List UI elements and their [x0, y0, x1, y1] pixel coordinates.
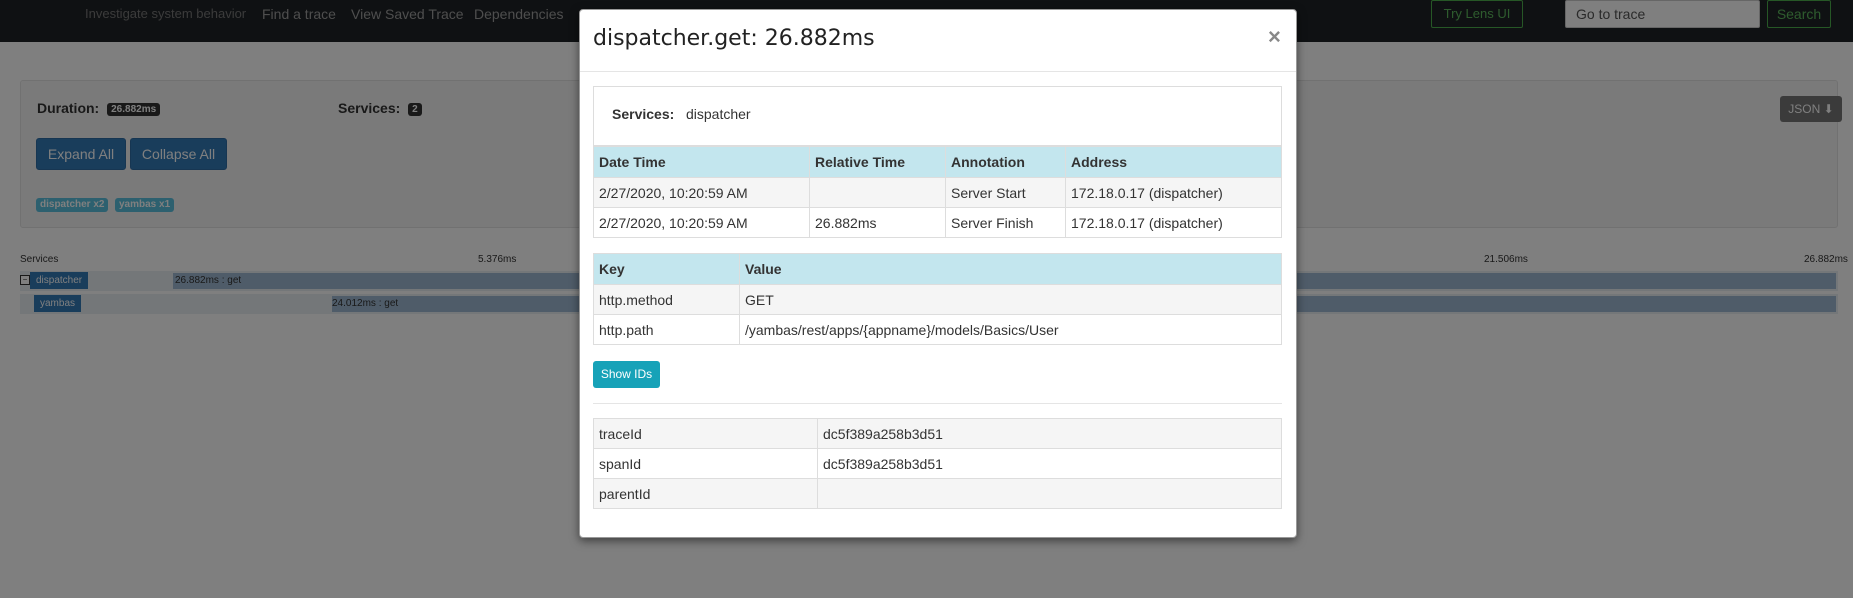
span-services-box: Services: dispatcher [593, 86, 1282, 146]
id-value: dc5f389a258b3d51 [817, 418, 1282, 449]
id-row: parentId [593, 478, 1282, 509]
table-cell: 2/27/2020, 10:20:59 AM [593, 207, 810, 238]
tag-key: http.method [593, 284, 740, 315]
annotation-row: 2/27/2020, 10:20:59 AM 26.882ms Server F… [593, 207, 1282, 238]
table-cell [809, 177, 946, 208]
span-detail-modal: dispatcher.get: 26.882ms × Services: dis… [579, 9, 1297, 538]
tag-row: http.path /yambas/rest/apps/{appname}/mo… [593, 314, 1282, 345]
annotations-table: Date Time Relative Time Annotation Addre… [593, 146, 1282, 238]
table-cell: 26.882ms [809, 207, 946, 238]
tag-value: GET [739, 284, 1282, 315]
id-value [817, 478, 1282, 509]
show-ids-button[interactable]: Show IDs [593, 361, 660, 388]
id-row: traceId dc5f389a258b3d51 [593, 418, 1282, 449]
tag-value: /yambas/rest/apps/{appname}/models/Basic… [739, 314, 1282, 345]
table-cell: 172.18.0.17 (dispatcher) [1065, 177, 1282, 208]
id-key: spanId [593, 448, 818, 479]
id-value: dc5f389a258b3d51 [817, 448, 1282, 479]
annotations-header-row: Date Time Relative Time Annotation Addre… [593, 146, 1282, 178]
span-services-label: Services: [612, 106, 675, 122]
annotation-row: 2/27/2020, 10:20:59 AM Server Start 172.… [593, 177, 1282, 208]
column-header: Address [1065, 146, 1282, 178]
id-row: spanId dc5f389a258b3d51 [593, 448, 1282, 479]
modal-divider [593, 403, 1282, 404]
close-icon[interactable]: × [1268, 24, 1281, 50]
id-key: parentId [593, 478, 818, 509]
table-cell: 2/27/2020, 10:20:59 AM [593, 177, 810, 208]
tags-table: Key Value http.method GET http.path /yam… [593, 253, 1282, 345]
column-header: Date Time [593, 146, 810, 178]
column-header: Annotation [945, 146, 1066, 178]
table-cell: Server Finish [945, 207, 1066, 238]
column-header: Relative Time [809, 146, 946, 178]
column-header: Value [739, 253, 1282, 285]
span-services-value: dispatcher [686, 106, 751, 122]
tags-header-row: Key Value [593, 253, 1282, 285]
modal-title: dispatcher.get: 26.882ms [593, 26, 875, 51]
tag-row: http.method GET [593, 284, 1282, 315]
column-header: Key [593, 253, 740, 285]
tag-key: http.path [593, 314, 740, 345]
table-cell: Server Start [945, 177, 1066, 208]
ids-table: traceId dc5f389a258b3d51 spanId dc5f389a… [593, 418, 1282, 509]
modal-header: dispatcher.get: 26.882ms × [580, 10, 1296, 72]
table-cell: 172.18.0.17 (dispatcher) [1065, 207, 1282, 238]
id-key: traceId [593, 418, 818, 449]
